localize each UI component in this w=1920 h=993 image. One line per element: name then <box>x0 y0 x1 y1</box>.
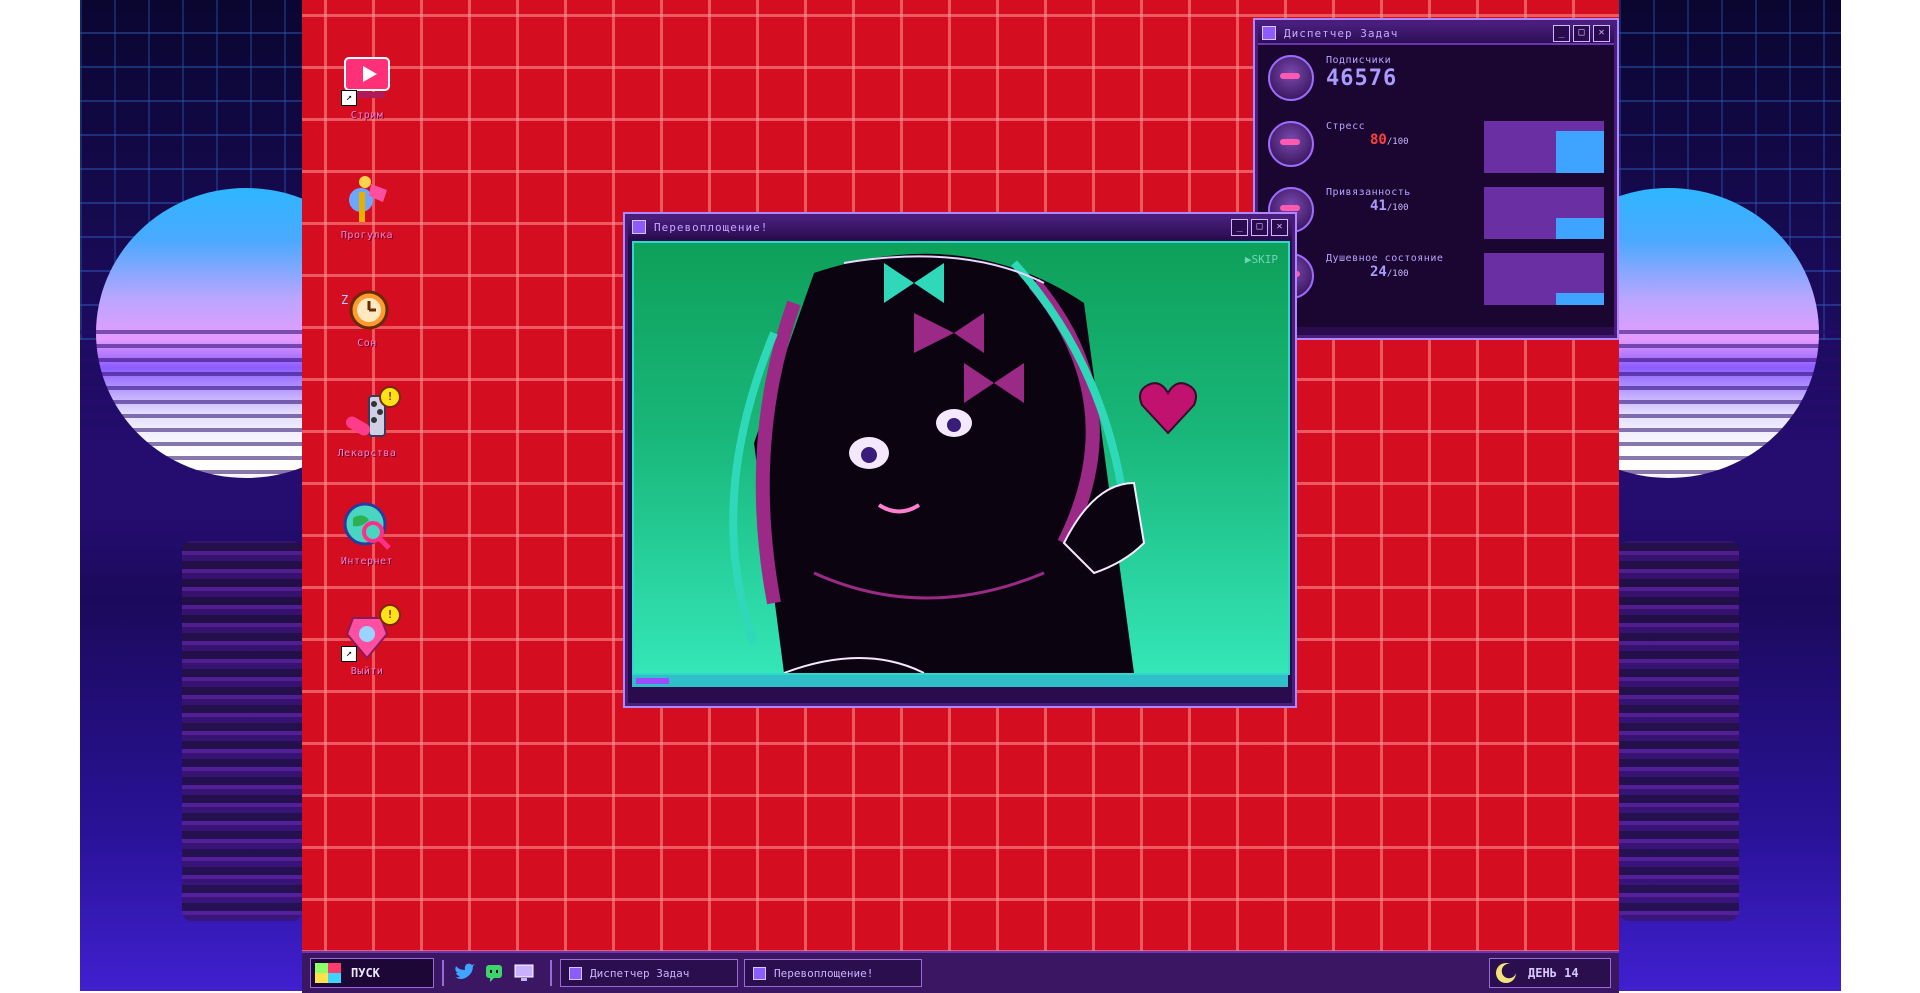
task-cutscene[interactable]: Перевоплощение! <box>744 959 922 987</box>
desktop-icon-label: Прогулка <box>340 230 394 241</box>
affection-stat: Привязанность 41/100 <box>1268 187 1604 245</box>
taskbar: ПУСК Диспетчер Задач Перевоплощение! ДЕН… <box>302 951 1619 993</box>
exit-icon: ! ↗ <box>339 604 401 664</box>
machinery-graphic <box>182 541 302 921</box>
window-icon <box>1262 26 1276 40</box>
minimize-button[interactable]: _ <box>1231 218 1248 236</box>
desktop-icon-stream[interactable]: ↗ Стрим <box>312 52 422 121</box>
skip-label: SKIP <box>1251 253 1279 266</box>
window-icon <box>753 966 766 980</box>
desktop-icon-sleep[interactable]: Z Сон <box>312 280 422 349</box>
affection-max: /100 <box>1386 203 1409 213</box>
shortcut-arrow-icon: ↗ <box>341 646 357 662</box>
monitor-icon[interactable] <box>512 961 536 985</box>
stress-max: /100 <box>1386 137 1409 147</box>
walk-icon <box>339 172 395 228</box>
close-button[interactable]: ✕ <box>1593 24 1610 42</box>
desktop-icon-label: Интернет <box>340 556 394 567</box>
alarm-clock-icon: Z <box>339 280 395 336</box>
close-button[interactable]: ✕ <box>1271 218 1288 236</box>
avatar <box>1268 121 1314 167</box>
maximize-button[interactable]: □ <box>1251 218 1268 236</box>
mental-bar-chart <box>1484 253 1604 305</box>
start-button[interactable]: ПУСК <box>310 958 434 988</box>
day-indicator: ДЕНЬ 14 <box>1489 958 1611 988</box>
left-scenery <box>80 0 302 991</box>
task-manager-body: Подписчики 46576 Стресс 80/100 Привязанн… <box>1258 43 1614 327</box>
stress-stat: Стресс 80/100 <box>1268 121 1604 179</box>
affection-value: 41 <box>1370 198 1387 214</box>
mental-stat: Душевное состояние 24/100 <box>1268 253 1604 311</box>
machinery-graphic <box>1619 541 1739 921</box>
stream-icon: ↗ <box>339 52 395 108</box>
internet-icon <box>339 498 395 554</box>
day-label: ДЕНЬ 14 <box>1528 966 1579 980</box>
desktop-icon-label: Сон <box>357 338 377 349</box>
desktop-icon-exit[interactable]: ! ↗ Выйти <box>312 604 422 677</box>
alert-badge: ! <box>379 604 401 626</box>
window-icon <box>632 220 646 234</box>
followers-stat: Подписчики 46576 <box>1268 55 1604 113</box>
alert-badge: ! <box>379 386 401 408</box>
right-scenery <box>1619 0 1841 991</box>
skip-button[interactable]: ▶SKIP <box>1245 253 1278 266</box>
task-task-manager[interactable]: Диспетчер Задач <box>560 959 738 987</box>
task-manager-window[interactable]: Диспетчер Задач _ □ ✕ Подписчики 46576 С… <box>1255 20 1617 338</box>
task-label: Перевоплощение! <box>774 966 874 980</box>
window-title: Перевоплощение! <box>654 220 769 234</box>
desktop-icon-walk[interactable]: Прогулка <box>312 172 422 241</box>
desktop-icon-label: Выйти <box>350 666 384 677</box>
svg-text:Z: Z <box>341 293 348 307</box>
window-title: Диспетчер Задач <box>1284 26 1399 40</box>
chat-icon[interactable] <box>482 961 506 985</box>
mental-max: /100 <box>1386 269 1409 279</box>
desktop-icon-label: Лекарства <box>337 448 397 459</box>
task-label: Диспетчер Задач <box>590 966 690 980</box>
followers-label: Подписчики <box>1326 55 1392 66</box>
cutscene-progress <box>636 678 669 684</box>
start-label: ПУСК <box>351 966 380 980</box>
maximize-button[interactable]: □ <box>1573 24 1590 42</box>
cutscene-footer <box>632 675 1288 687</box>
shortcut-arrow-icon: ↗ <box>341 90 357 106</box>
character-illustration <box>729 253 1146 673</box>
heart-icon <box>1139 382 1197 435</box>
cutscene-image: ▶SKIP <box>632 241 1290 675</box>
taskbar-separator <box>442 960 444 986</box>
followers-value: 46576 <box>1326 66 1398 91</box>
desktop-icon-internet[interactable]: Интернет <box>312 498 422 567</box>
affection-bar-chart <box>1484 187 1604 239</box>
pills-icon: ! <box>339 386 401 446</box>
title-bar[interactable]: Диспетчер Задач _ □ ✕ <box>1258 23 1614 43</box>
desktop-icon-medicine[interactable]: ! Лекарства <box>312 386 422 459</box>
start-flag-icon <box>315 963 341 983</box>
moon-icon <box>1496 963 1516 983</box>
cutscene-window[interactable]: Перевоплощение! _ □ ✕ ▶SKIP <box>625 214 1295 706</box>
desktop-icon-label: Стрим <box>350 110 384 121</box>
avatar <box>1268 55 1314 101</box>
stress-bar-chart <box>1484 121 1604 173</box>
taskbar-separator <box>550 960 552 986</box>
minimize-button[interactable]: _ <box>1553 24 1570 42</box>
twitter-icon[interactable] <box>452 961 476 985</box>
window-icon <box>569 966 582 980</box>
title-bar[interactable]: Перевоплощение! _ □ ✕ <box>628 217 1292 237</box>
stress-value: 80 <box>1370 132 1387 148</box>
mental-value: 24 <box>1370 264 1387 280</box>
